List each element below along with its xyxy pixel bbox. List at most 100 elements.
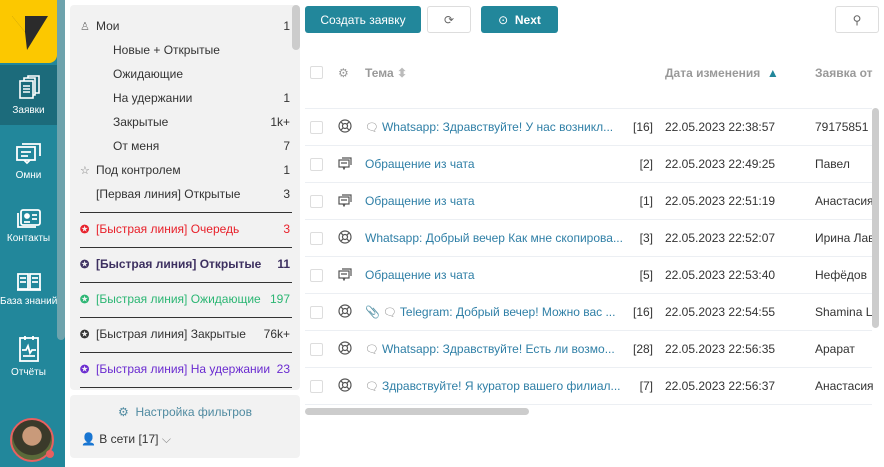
star-icon: ☆ (80, 164, 90, 177)
topic-text: Обращение из чата (365, 194, 475, 208)
filter-label: На удержании (113, 91, 193, 105)
row-checkbox[interactable] (310, 158, 323, 171)
filter-label: Новые + Открытые (113, 43, 220, 57)
refresh-icon: ⟳ (443, 12, 455, 27)
table-vertical-scrollbar[interactable] (872, 108, 879, 328)
header-from[interactable]: Заявка от (815, 66, 873, 80)
table-horizontal-scrollbar[interactable] (305, 408, 529, 415)
nav-contacts[interactable]: Контакты (0, 195, 57, 255)
nav-knowledge-base[interactable]: База знаний (0, 260, 57, 320)
create-ticket-button[interactable]: Создать заявку (305, 6, 421, 33)
divider (80, 352, 292, 353)
chat-bubble-icon: 🗨 (365, 380, 379, 393)
row-checkbox[interactable] (310, 306, 323, 319)
chat-bubble-icon: 🗨 (382, 306, 397, 319)
row-checkbox[interactable] (310, 380, 323, 393)
chat-icon (15, 143, 41, 165)
next-label: Next (514, 12, 541, 27)
modified-date: 22.05.2023 22:54:55 (665, 305, 776, 319)
filter-count: 7 (283, 139, 290, 153)
user-avatar[interactable] (10, 418, 54, 462)
header-topic[interactable]: Тема ⬍ (365, 66, 407, 80)
chat-screen-icon (338, 157, 352, 170)
nav-reports[interactable]: Отчёты (0, 325, 57, 385)
select-all-checkbox[interactable] (310, 66, 323, 79)
filter-item[interactable]: Ожидающие (80, 62, 290, 86)
row-checkbox[interactable] (310, 343, 323, 356)
nav-tickets[interactable]: Заявки (0, 65, 57, 125)
filter-label: Мои (96, 19, 120, 33)
queue-filter-item[interactable]: ✪ [Быстрая линия] Очередь 3 (80, 217, 290, 241)
user-icon: ♙ (80, 20, 90, 33)
search-button[interactable]: ⚲ (835, 6, 879, 33)
row-checkbox[interactable] (310, 195, 323, 208)
refresh-button[interactable]: ⟳ (427, 6, 471, 33)
filter-label: [Быстрая линия] Открытые (96, 257, 262, 271)
table-row[interactable]: 🗨 Whatsapp: Здравствуйте! У нас возникл..… (305, 108, 872, 145)
requester: Павел (815, 157, 850, 171)
queue-filter-item[interactable]: ✪ [Быстрая линия] На удержании 23 (80, 357, 290, 381)
lifebuoy-icon: ✪ (80, 223, 90, 236)
online-label: В сети [17] (99, 432, 159, 446)
header-date[interactable]: Дата изменения ▲ (665, 66, 779, 80)
row-checkbox[interactable] (310, 232, 323, 245)
nav-label: Омни (15, 170, 42, 181)
filter-count: 23 (276, 362, 290, 376)
divider (80, 247, 292, 248)
column-settings-icon[interactable]: ⚙ (338, 66, 349, 80)
table-row[interactable]: Обращение из чата [1] 22.05.2023 22:51:1… (305, 182, 874, 219)
filter-count: 3 (283, 187, 290, 201)
row-checkbox[interactable] (310, 121, 323, 134)
nav-scrollbar[interactable] (57, 0, 65, 340)
table-row[interactable]: Whatsapp: Добрый вечер Как мне скопирова… (305, 219, 875, 256)
filter-scrollbar[interactable] (292, 5, 300, 50)
topic-text: Обращение из чата (365, 268, 475, 282)
filter-item[interactable]: ☆ Под контролем 1 (80, 158, 290, 182)
nav-omni[interactable]: Омни (0, 130, 57, 190)
lifebuoy-icon (338, 230, 352, 244)
message-count: [1] (639, 194, 653, 208)
lifebuoy-icon (338, 119, 352, 133)
message-count: [16] (632, 305, 653, 319)
report-icon (18, 336, 39, 362)
filter-settings-link[interactable]: ⚙ Настройка фильтров (70, 405, 300, 419)
lifebuoy-icon: ✪ (80, 293, 90, 306)
nav-label: Контакты (6, 233, 51, 244)
header-date-label: Дата изменения (665, 66, 761, 80)
filter-label: [Быстрая линия] Очередь (96, 222, 240, 236)
topic-text: Whatsapp: Здравствуйте! Есть ли возмо... (381, 342, 615, 356)
header-from-label: Заявка от (815, 66, 873, 80)
requester: Ирина Лав (815, 231, 875, 245)
lifebuoy-icon: ✪ (80, 258, 90, 271)
filter-item[interactable]: Закрытые 1k+ (80, 110, 290, 134)
requester: 79175851 (815, 120, 869, 134)
filter-item[interactable]: На удержании 1 (80, 86, 290, 110)
queue-filter-item[interactable]: ✪ [Быстрая линия] Ожидающие 197 (80, 287, 290, 311)
table-row[interactable]: Обращение из чата [2] 22.05.2023 22:49:2… (305, 145, 872, 182)
play-circle-icon: ⊙ (498, 12, 509, 27)
online-users-dropdown[interactable]: 👤 В сети [17] ⌵ (81, 432, 171, 447)
lifebuoy-icon: ✪ (80, 363, 90, 376)
filter-item[interactable]: ♙ Мои 1 (80, 14, 290, 38)
queue-filter-item[interactable]: ✪ [Быстрая линия] Открытые 11 (80, 252, 290, 276)
row-checkbox[interactable] (310, 269, 323, 282)
app-logo[interactable] (0, 0, 57, 63)
filter-item[interactable]: От меня 7 (80, 134, 290, 158)
table-row[interactable]: Обращение из чата [5] 22.05.2023 22:53:4… (305, 256, 872, 293)
table-row[interactable]: 🗨 Здравствуйте! Я куратор вашего филиал..… (305, 367, 874, 404)
modified-date: 22.05.2023 22:49:25 (665, 157, 776, 171)
chat-bubble-icon: 🗨 (365, 121, 379, 134)
divider (80, 317, 292, 318)
topic-text: Обращение из чата (365, 157, 475, 171)
filter-item[interactable]: [Первая линия] Открытые 3 (80, 182, 290, 206)
filter-item[interactable]: Новые + Открытые (80, 38, 290, 62)
table-row[interactable]: 🗨 Whatsapp: Здравствуйте! Есть ли возмо..… (305, 330, 872, 367)
next-button[interactable]: ⊙ Next (481, 6, 558, 33)
divider (80, 387, 292, 388)
filter-count: 1 (283, 163, 290, 177)
lifebuoy-icon (338, 341, 352, 355)
table-row[interactable]: 📎 🗨 Telegram: Добрый вечер! Можно вас ... … (305, 293, 872, 330)
queue-filter-item[interactable]: ✪ [Быстрая линия] Закрытые 76k+ (80, 322, 290, 346)
lifebuoy-icon (338, 378, 352, 392)
filter-label: От меня (113, 139, 160, 153)
